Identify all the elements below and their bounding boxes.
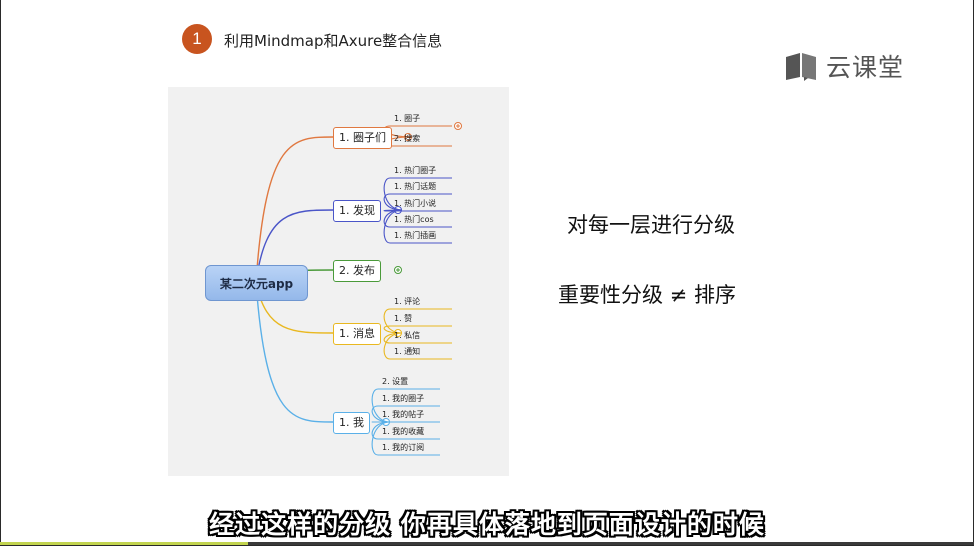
mindmap-leaf: 1. 热门cos — [394, 215, 434, 224]
mindmap-branch-node: 1. 圈子们 — [333, 127, 392, 149]
mindmap-branch-line — [255, 281, 334, 423]
mindmap-branch-node: 1. 发现 — [333, 200, 381, 222]
video-progress-fill — [0, 542, 249, 545]
mindmap-leaf: 1. 我的圈子 — [382, 394, 425, 403]
mindmap-leaf: 1. 我的收藏 — [382, 427, 425, 436]
mindmap-leaf: 1. 赞 — [394, 314, 413, 323]
mindmap-branch-node: 2. 发布 — [333, 260, 381, 282]
mindmap-leaf: 1. 我的订阅 — [382, 443, 425, 452]
mindmap-leaf: 2. 搜索 — [394, 134, 421, 143]
mindmap-leaf: 1. 热门圈子 — [394, 166, 437, 175]
mindmap-leaf: 1. 通知 — [394, 347, 421, 356]
mindmap-branch-node: 1. 我 — [333, 412, 370, 434]
mindmap-leaf: 1. 圈子 — [394, 114, 421, 123]
mindmap-leaf: 1. 热门话题 — [394, 182, 437, 191]
mindmap-image: 某二次元app 1. 圈子们 1. 圈子 2. 搜索 1. 发现 1. 热门圈子 1. 热… — [168, 87, 509, 476]
step-title: 利用Mindmap和Axure整合信息 — [224, 32, 443, 50]
annotation-layer-grading: 对每一层进行分级 — [567, 213, 735, 237]
logo-text: 云课堂 — [826, 53, 905, 82]
mindmap-leaf: 1. 热门小说 — [394, 199, 437, 208]
mindmap-leaf: 1. 热门插画 — [394, 231, 437, 240]
mindmap-branch-node: 1. 消息 — [333, 323, 381, 345]
mindmap-leaf: 1. 评论 — [394, 297, 421, 306]
mindmap-leaf: 1. 我的帖子 — [382, 410, 425, 419]
yunketang-logo: 云课堂 — [784, 50, 904, 82]
mindmap-central-node: 某二次元app — [205, 265, 308, 301]
mindmap-leaf: 1. 私信 — [394, 331, 421, 340]
video-progress-bar[interactable] — [0, 542, 974, 545]
annotation-importance-not-sorting: 重要性分级 ≠ 排序 — [558, 283, 736, 307]
video-subtitle: 经过这样的分级 你再具体落地到页面设计的时候 — [209, 510, 765, 539]
book-logo-icon — [786, 53, 816, 81]
step-number-badge: 1 — [182, 24, 212, 54]
mindmap-leaf: 2. 设置 — [382, 377, 409, 386]
